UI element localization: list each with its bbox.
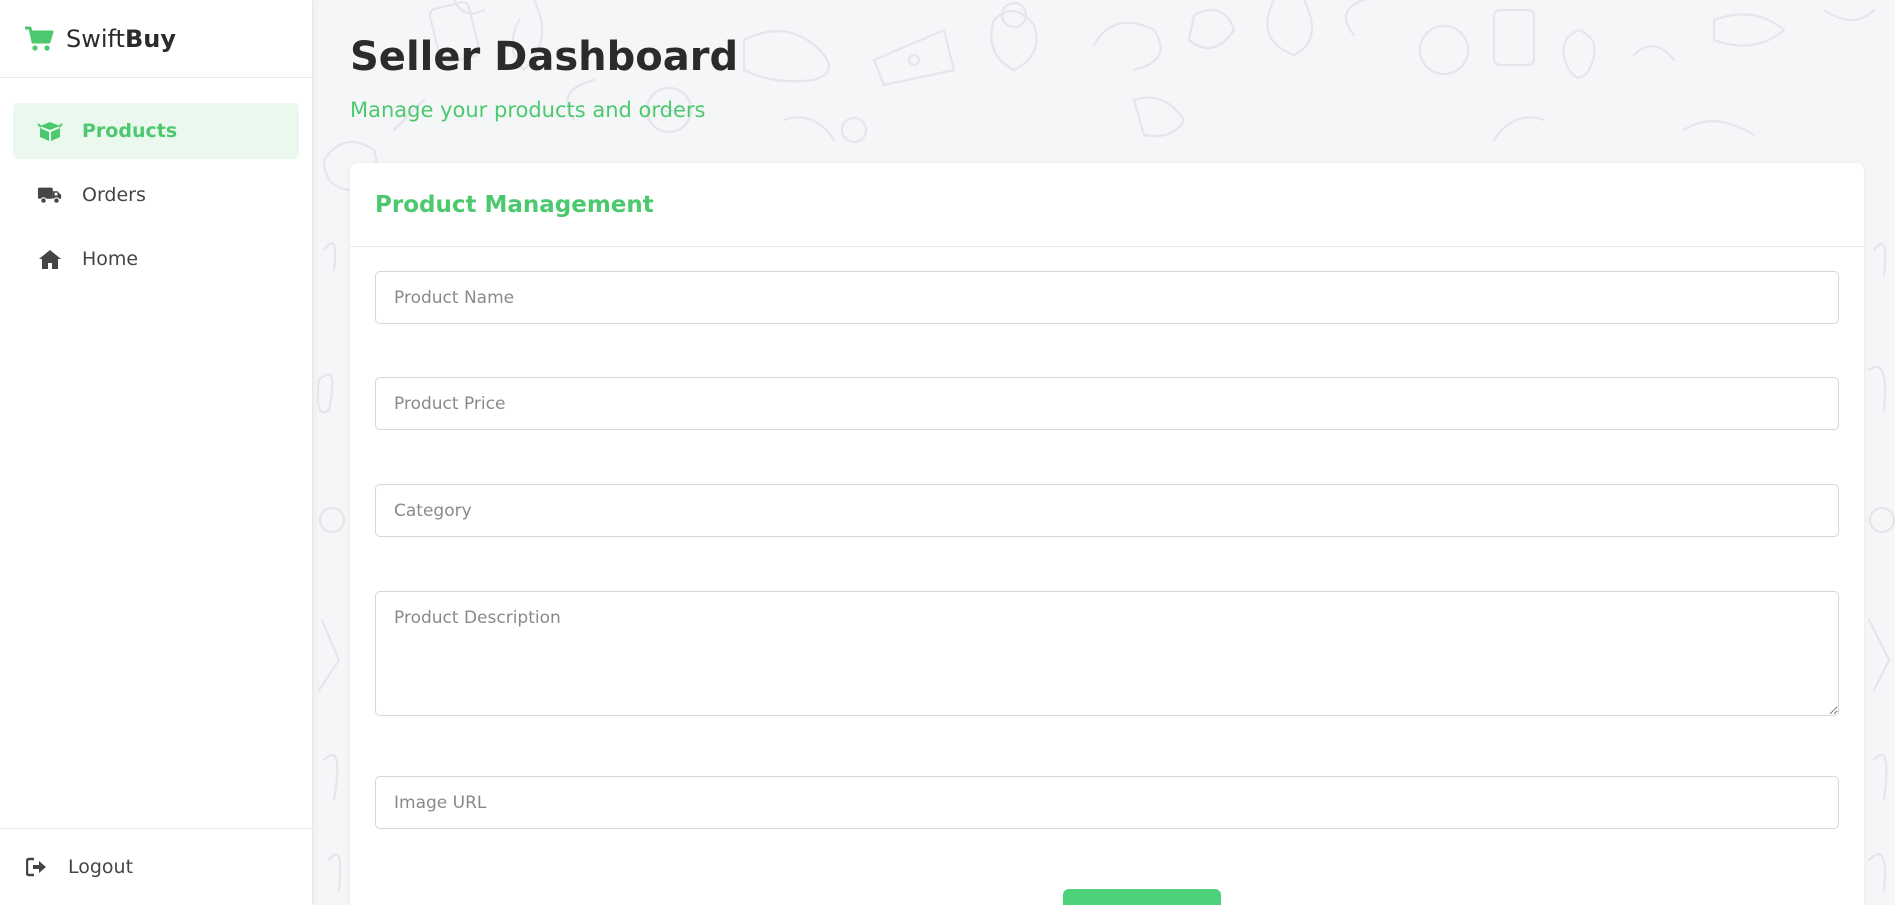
page-title: Seller Dashboard [350, 34, 739, 80]
box-icon [37, 119, 63, 143]
sidebar-item-products[interactable]: Products [13, 103, 299, 159]
sidebar-nav: Products Orders Home [0, 78, 312, 287]
card-title: Product Management [375, 191, 654, 218]
sidebar-item-home[interactable]: Home [13, 231, 299, 287]
logout-label: Logout [68, 856, 134, 878]
product-management-card: Product Management [350, 163, 1864, 905]
product-name-input[interactable] [375, 271, 1839, 324]
sidebar-item-label: Products [82, 120, 178, 142]
sidebar: SwiftBuy Products Orders Home Logout [0, 0, 313, 905]
home-icon [37, 247, 63, 271]
shopping-cart-icon [25, 26, 54, 51]
page-subtitle: Manage your products and orders [350, 98, 706, 122]
sidebar-item-label: Orders [82, 184, 146, 206]
category-input[interactable] [375, 484, 1839, 537]
main-content: Seller Dashboard Manage your products an… [314, 0, 1895, 905]
brand[interactable]: SwiftBuy [0, 0, 312, 78]
card-header: Product Management [350, 163, 1864, 247]
sidebar-item-label: Home [82, 248, 139, 270]
product-price-input[interactable] [375, 377, 1839, 430]
submit-button[interactable] [1063, 889, 1221, 905]
brand-name: SwiftBuy [66, 24, 176, 53]
truck-icon [37, 183, 63, 207]
logout-button[interactable]: Logout [0, 828, 313, 905]
sidebar-item-orders[interactable]: Orders [13, 167, 299, 223]
product-description-textarea[interactable] [375, 591, 1839, 716]
image-url-input[interactable] [375, 776, 1839, 829]
sign-out-icon [26, 857, 46, 877]
